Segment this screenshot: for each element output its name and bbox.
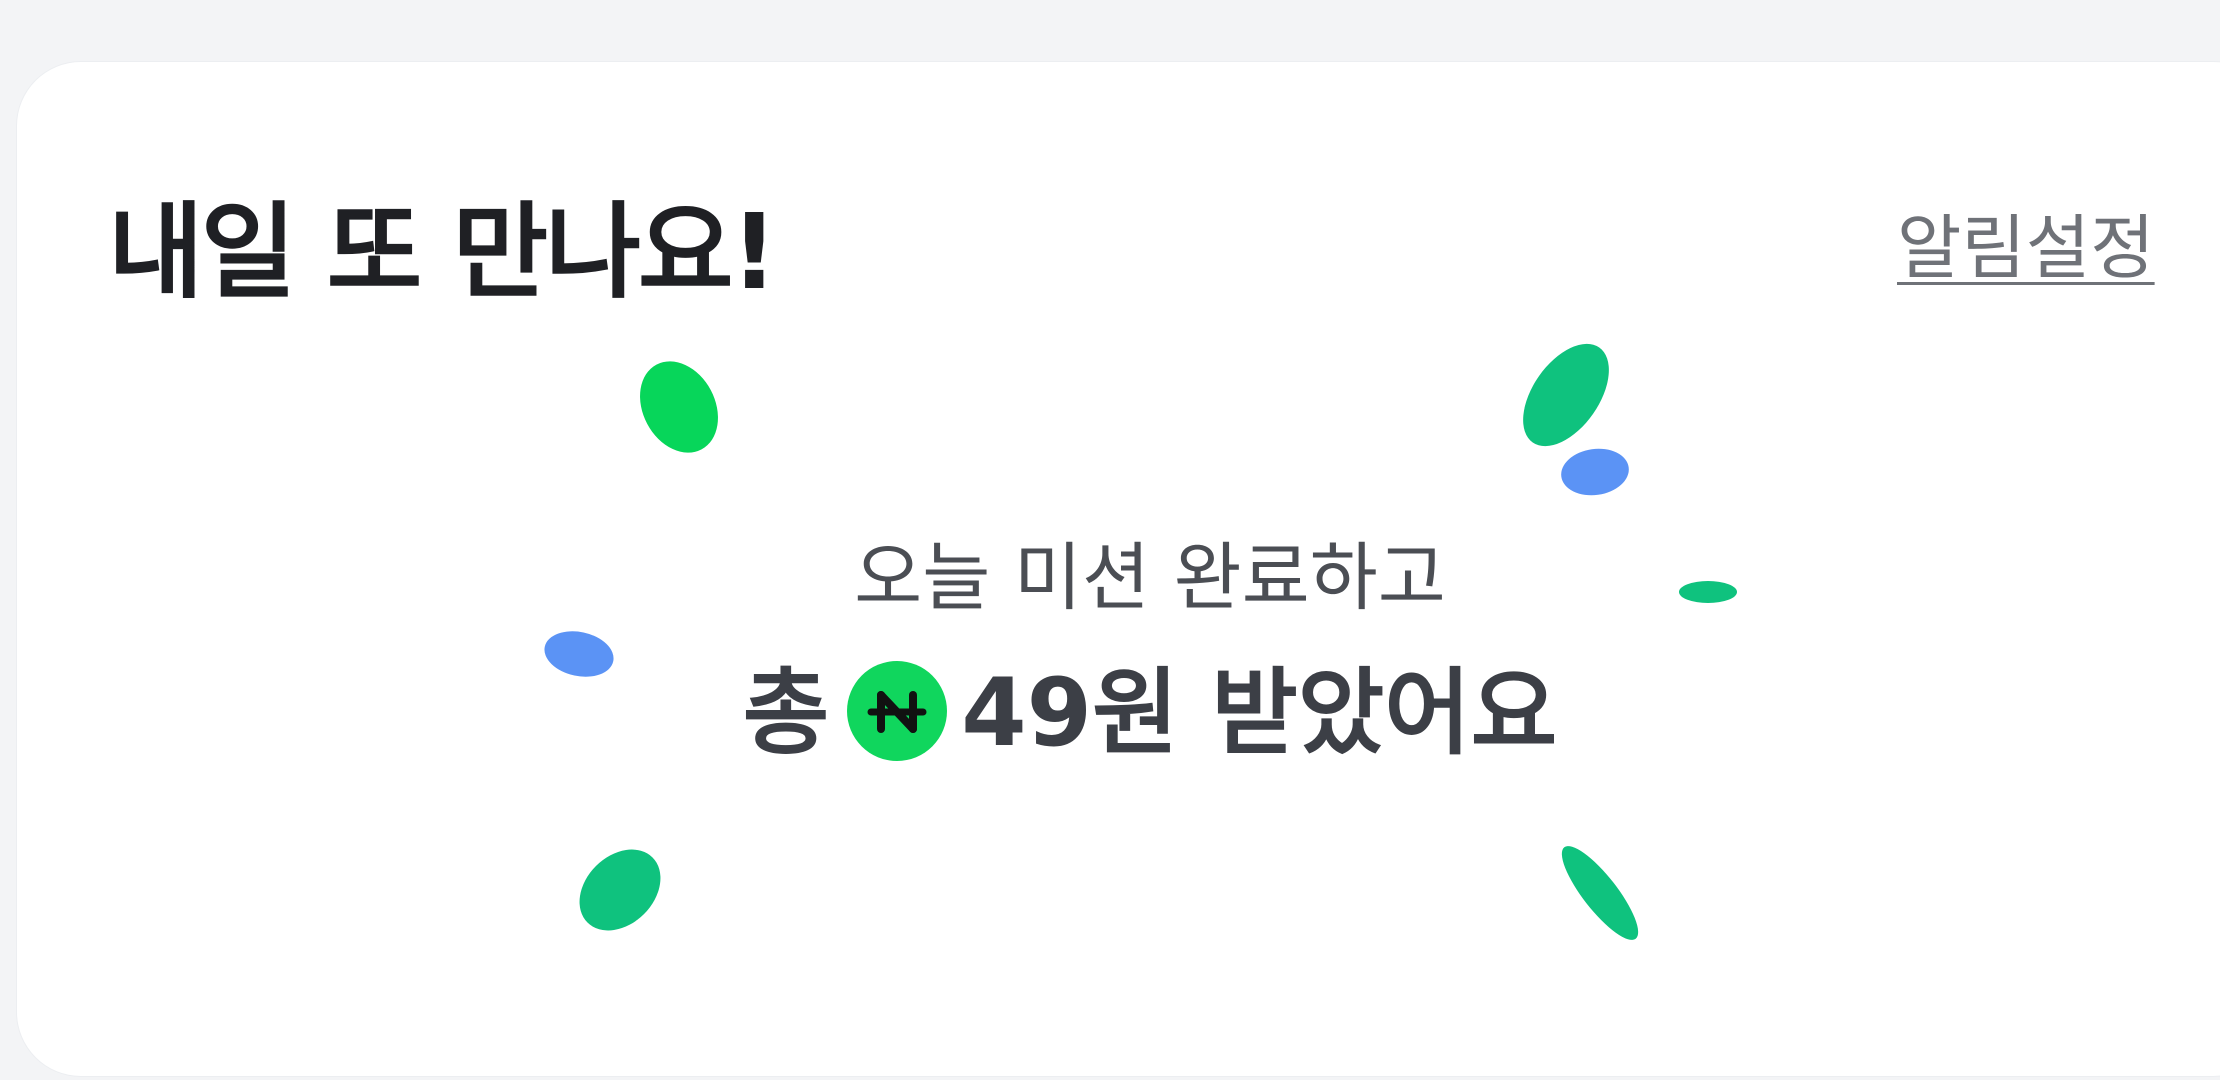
alarm-settings-link[interactable]: 알림설정 [1897,200,2155,296]
reward-total-line: 총 49원 받았어요 [0,652,2220,776]
card-title: 내일 또 만나요! [108,191,778,313]
reward-prefix: 총 [742,659,830,768]
naver-pay-coin-icon [847,661,948,761]
mission-complete-subtitle: 오늘 미션 완료하고 [854,535,1446,621]
reward-amount: 49원 받았어요 [961,659,1558,768]
